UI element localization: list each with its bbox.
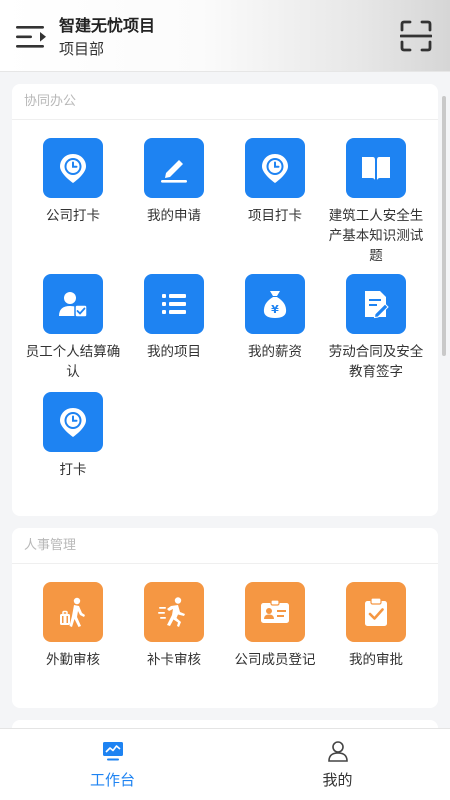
section-title: 人事管理 [12, 528, 438, 564]
tile [346, 138, 406, 198]
tab-label: 工作台 [89, 771, 135, 789]
app-member-registration[interactable]: 公司成员登记 [222, 582, 328, 670]
menu-icon[interactable] [16, 24, 48, 50]
app-label: 我的申请 [147, 208, 201, 224]
app-label: 打卡 [59, 462, 87, 478]
tile [43, 582, 103, 642]
app-settlement-confirm[interactable]: 员工个人结算确认 [20, 274, 126, 382]
scan-icon[interactable] [400, 20, 432, 52]
section-hr-management: 人事管理 外勤审核 补卡审核 公司成员登记 我的审批 [12, 528, 438, 708]
project-title: 智建无忧项目 [59, 16, 156, 35]
bottom-tab-bar: 工作台 我的 [0, 728, 450, 800]
money-bag-icon: ¥ [263, 291, 287, 318]
id-card-icon [261, 599, 289, 623]
app-label: 员工个人结算确认 [25, 344, 121, 380]
tile [43, 274, 103, 334]
monitor-icon [102, 742, 123, 761]
department-name: 项目部 [59, 40, 105, 58]
app-makeup-checkin-audit[interactable]: 补卡审核 [121, 582, 227, 670]
app-label: 补卡审核 [147, 652, 201, 668]
app-header: 智建无忧项目 项目部 [0, 0, 450, 72]
tile [346, 274, 406, 334]
app-label: 公司成员登记 [234, 652, 316, 668]
app-my-approvals[interactable]: 我的审批 [323, 582, 429, 670]
app-label: 公司打卡 [46, 208, 100, 224]
person-check-icon [59, 292, 88, 318]
svg-text:¥: ¥ [271, 303, 279, 316]
list-icon [162, 294, 186, 314]
clock-pin-icon [60, 408, 86, 437]
app-label: 项目打卡 [248, 208, 302, 224]
tile [43, 392, 103, 452]
pencil-icon [161, 160, 187, 183]
app-contract-sign[interactable]: 劳动合同及安全教育签字 [323, 274, 429, 382]
app-label: 劳动合同及安全教育签字 [328, 344, 424, 380]
tile [43, 138, 103, 198]
tile [245, 582, 305, 642]
tile [245, 138, 305, 198]
tile [346, 582, 406, 642]
person-icon [327, 741, 348, 762]
tile [144, 138, 204, 198]
book-icon [362, 157, 390, 180]
clipboard-check-icon [365, 597, 387, 626]
clock-pin-icon [60, 154, 86, 183]
app-my-projects[interactable]: 我的项目 [121, 274, 227, 362]
app-label: 我的薪资 [248, 344, 302, 360]
traveler-icon [60, 597, 85, 627]
app-my-application[interactable]: 我的申请 [121, 138, 227, 226]
tile [144, 582, 204, 642]
app-label: 我的审批 [349, 652, 403, 668]
section-title: 协同办公 [12, 84, 438, 120]
tab-mine[interactable]: 我的 [225, 729, 450, 800]
tile: ¥ [245, 274, 305, 334]
tab-workbench[interactable]: 工作台 [0, 729, 225, 800]
clock-pin-icon [262, 154, 288, 183]
tab-label: 我的 [322, 771, 353, 789]
app-label: 建筑工人安全生产基本知识测试题 [328, 208, 424, 264]
app-label: 我的项目 [147, 344, 201, 360]
tile [144, 274, 204, 334]
section-collaborative-office: 协同办公 公司打卡 我的申请 项目打卡 建筑工人安全生产基本知识测试题 员工个人… [12, 84, 438, 516]
running-person-icon [158, 597, 185, 627]
app-label: 外勤审核 [46, 652, 100, 668]
app-project-checkin[interactable]: 项目打卡 [222, 138, 328, 226]
app-my-salary[interactable]: ¥ 我的薪资 [222, 274, 328, 362]
app-safety-quiz[interactable]: 建筑工人安全生产基本知识测试题 [323, 138, 429, 266]
app-field-audit[interactable]: 外勤审核 [20, 582, 126, 670]
app-checkin[interactable]: 打卡 [20, 392, 126, 480]
scrollbar[interactable] [442, 96, 446, 356]
document-edit-icon [365, 291, 389, 319]
app-company-checkin[interactable]: 公司打卡 [20, 138, 126, 226]
